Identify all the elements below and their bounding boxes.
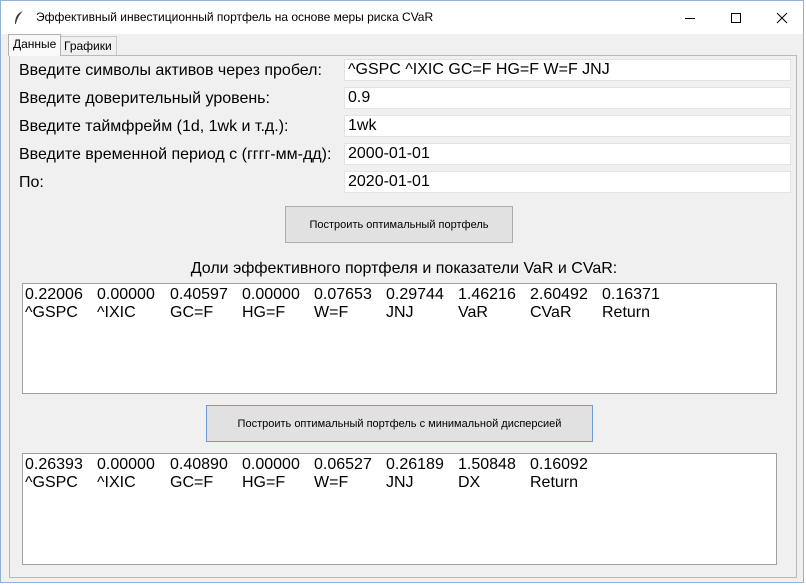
cvar-name-cell: W=F bbox=[314, 304, 349, 321]
min-variance-results-textbox[interactable]: 0.26393 0.00000 0.40890 0.00000 0.06527 … bbox=[22, 453, 777, 565]
minvar-value-cell: 0.16092 bbox=[530, 456, 588, 473]
cvar-name-cell: ^IXIC bbox=[97, 304, 136, 321]
window-title: Эффективный инвестиционный портфель на о… bbox=[36, 10, 434, 24]
build-optimal-portfolio-button[interactable]: Построить оптимальный портфель bbox=[285, 206, 513, 243]
minvar-name-cell: GC=F bbox=[170, 474, 214, 491]
assets-input[interactable]: ^GSPC ^IXIC GC=F HG=F W=F JNJ bbox=[344, 59, 791, 81]
confidence-input[interactable]: 0.9 bbox=[344, 87, 791, 109]
app-window: Эффективный инвестиционный портфель на о… bbox=[0, 0, 804, 583]
build-min-variance-portfolio-button[interactable]: Построить оптимальный портфель с минимал… bbox=[206, 405, 593, 442]
cvar-name-cell: HG=F bbox=[242, 304, 286, 321]
minvar-value-cell: 1.50848 bbox=[458, 456, 516, 473]
tab-data[interactable]: Данные bbox=[8, 34, 62, 56]
cvar-name-cell: CVaR bbox=[530, 304, 572, 321]
minimize-icon bbox=[685, 17, 695, 19]
start-date-label: Введите временной период с (гггг-мм-дд): bbox=[19, 146, 332, 163]
cvar-value-cell: 0.29744 bbox=[386, 286, 444, 303]
assets-label: Введите символы активов через пробел: bbox=[19, 62, 322, 79]
minimize-button[interactable] bbox=[667, 1, 713, 34]
minvar-name-cell: JNJ bbox=[386, 474, 414, 491]
minvar-value-cell: 0.26393 bbox=[25, 456, 83, 473]
cvar-name-cell: JNJ bbox=[386, 304, 414, 321]
cvar-name-cell: VaR bbox=[458, 304, 488, 321]
minvar-value-cell: 0.00000 bbox=[242, 456, 300, 473]
tab-charts[interactable]: Графики bbox=[59, 36, 117, 55]
minvar-name-cell: DX bbox=[458, 474, 481, 491]
minvar-value-cell: 0.00000 bbox=[97, 456, 155, 473]
cvar-value-cell: 1.46216 bbox=[458, 286, 516, 303]
cvar-value-cell: 0.16371 bbox=[602, 286, 660, 303]
close-button[interactable] bbox=[759, 1, 805, 34]
close-icon bbox=[776, 12, 788, 23]
maximize-button[interactable] bbox=[713, 1, 759, 34]
minvar-value-cell: 0.06527 bbox=[314, 456, 372, 473]
title-bar[interactable]: Эффективный инвестиционный портфель на о… bbox=[1, 1, 803, 34]
cvar-name-cell: Return bbox=[602, 304, 651, 321]
results-label: Доли эффективного портфеля и показатели … bbox=[190, 260, 618, 277]
minvar-name-cell: W=F bbox=[314, 474, 349, 491]
end-date-label: По: bbox=[19, 174, 44, 191]
feather-icon bbox=[15, 10, 24, 25]
cvar-value-cell: 2.60492 bbox=[530, 286, 588, 303]
timeframe-label: Введите таймфрейм (1d, 1wk и т.д.): bbox=[19, 118, 289, 135]
minvar-name-cell: ^IXIC bbox=[97, 474, 136, 491]
minvar-value-cell: 0.40890 bbox=[170, 456, 228, 473]
cvar-name-cell: ^GSPC bbox=[25, 304, 78, 321]
cvar-name-cell: GC=F bbox=[170, 304, 214, 321]
minvar-value-cell: 0.26189 bbox=[386, 456, 444, 473]
cvar-results-textbox[interactable]: 0.22006 0.00000 0.40597 0.00000 0.07653 … bbox=[22, 283, 777, 394]
cvar-value-cell: 0.00000 bbox=[97, 286, 155, 303]
confidence-label: Введите доверительный уровень: bbox=[19, 90, 270, 107]
end-date-input[interactable]: 2020-01-01 bbox=[344, 171, 791, 193]
cvar-value-cell: 0.40597 bbox=[170, 286, 228, 303]
cvar-value-cell: 0.00000 bbox=[242, 286, 300, 303]
tab-bar: Данные Графики bbox=[1, 34, 803, 56]
timeframe-input[interactable]: 1wk bbox=[344, 115, 791, 137]
minvar-name-cell: HG=F bbox=[242, 474, 286, 491]
minvar-name-cell: ^GSPC bbox=[25, 474, 78, 491]
minvar-name-cell: Return bbox=[530, 474, 579, 491]
maximize-icon bbox=[731, 12, 741, 23]
start-date-input[interactable]: 2000-01-01 bbox=[344, 143, 791, 165]
cvar-value-cell: 0.07653 bbox=[314, 286, 372, 303]
cvar-value-cell: 0.22006 bbox=[25, 286, 83, 303]
